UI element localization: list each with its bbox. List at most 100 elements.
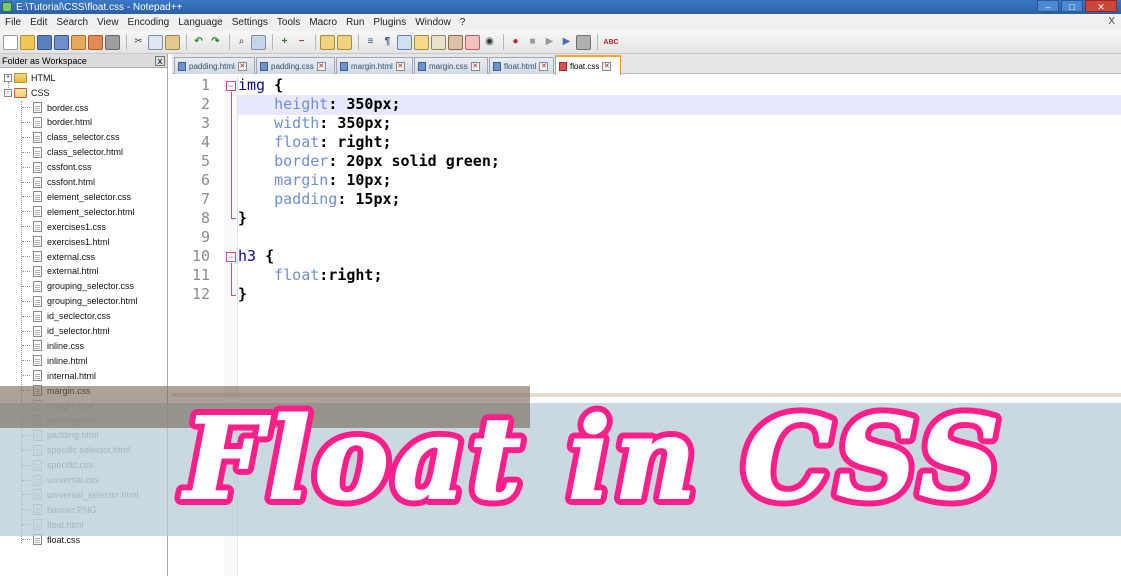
indent-guide-icon[interactable] <box>397 34 412 50</box>
code-line[interactable]: float: right; <box>238 133 391 151</box>
sync-vertical-icon[interactable] <box>320 34 335 50</box>
tab-close-icon[interactable]: ✕ <box>395 61 405 71</box>
tab-close-icon[interactable]: ✕ <box>602 61 612 71</box>
menu-settings[interactable]: Settings <box>229 17 271 28</box>
menu-edit[interactable]: Edit <box>27 17 50 28</box>
tree-file-item[interactable]: element_selector.css <box>33 189 131 204</box>
find-icon[interactable]: ⌕ <box>234 35 249 50</box>
tree-file-item[interactable]: exercises1.css <box>33 219 106 234</box>
maximize-button[interactable]: □ <box>1061 0 1083 12</box>
save-all-icon[interactable] <box>54 34 69 50</box>
sync-horizontal-icon[interactable] <box>337 34 352 50</box>
tab-close-icon[interactable]: ✕ <box>539 61 549 71</box>
print-icon[interactable] <box>105 34 120 50</box>
code-line[interactable]: float:right; <box>238 266 382 284</box>
tree-file-item[interactable]: exercises1.html <box>33 234 110 249</box>
window-controls: – □ ✕ <box>1037 0 1117 12</box>
tab-float-css[interactable]: float.css ✕ <box>555 55 621 75</box>
tree-file-item[interactable]: grouping_selector.html <box>33 294 138 309</box>
menu-language[interactable]: Language <box>175 17 226 28</box>
code-line[interactable]: img { <box>238 76 283 94</box>
tab-margin-html[interactable]: margin.html ✕ <box>336 57 413 74</box>
panel-close-button[interactable]: x <box>155 55 165 66</box>
tree-file-item[interactable]: cssfont.html <box>33 175 95 190</box>
tab-padding-css[interactable]: padding.css ✕ <box>256 57 335 74</box>
copy-icon[interactable] <box>148 34 163 50</box>
code-line[interactable]: h3 { <box>238 247 274 265</box>
monitoring-icon[interactable]: ◉ <box>482 35 497 50</box>
tree-file-item[interactable]: external.html <box>33 264 99 279</box>
tree-file-item[interactable]: inline.html <box>33 353 88 368</box>
tree-file-item[interactable]: border.html <box>33 115 92 130</box>
tree-file-item[interactable]: id_seclector.css <box>33 309 111 324</box>
replace-icon[interactable] <box>251 34 266 50</box>
menu-run[interactable]: Run <box>343 17 367 28</box>
tree-file-item[interactable]: external.css <box>33 249 95 264</box>
tree-file-item[interactable]: border.css <box>33 100 89 115</box>
code-line[interactable]: margin: 10px; <box>238 171 391 189</box>
code-line[interactable]: } <box>238 209 247 227</box>
tree-file-item[interactable]: cssfont.css <box>33 160 92 175</box>
tab-close-icon[interactable]: ✕ <box>470 61 480 71</box>
tree-file-item[interactable]: class_selector.html <box>33 145 123 160</box>
close-file-icon[interactable] <box>71 34 86 50</box>
open-file-icon[interactable] <box>20 34 35 50</box>
menu-encoding[interactable]: Encoding <box>125 17 173 28</box>
tree-file-item[interactable]: class_selector.css <box>33 130 120 145</box>
fold-toggle-icon[interactable]: − <box>226 252 236 262</box>
undo-icon[interactable]: ↶ <box>191 35 206 50</box>
tree-file-item[interactable]: inline.css <box>33 338 84 353</box>
menu-file[interactable]: File <box>2 17 24 28</box>
tree-file-item[interactable]: grouping_selector.css <box>33 279 134 294</box>
macro-record-icon[interactable]: ● <box>508 35 523 50</box>
macro-stop-icon[interactable]: ■ <box>525 35 540 50</box>
tab-float-html[interactable]: float.html ✕ <box>489 57 554 74</box>
menu-view[interactable]: View <box>94 17 122 28</box>
tab-padding-html[interactable]: padding.html ✕ <box>174 57 255 74</box>
tree-file-item[interactable]: element_selector.html <box>33 204 135 219</box>
minimize-button[interactable]: – <box>1037 0 1059 12</box>
close-document-button[interactable]: X <box>1108 16 1115 27</box>
menu-help[interactable]: ? <box>457 17 469 28</box>
close-window-button[interactable]: ✕ <box>1085 0 1117 12</box>
macro-play-icon[interactable]: ▶ <box>542 35 557 50</box>
menu-plugins[interactable]: Plugins <box>370 17 409 28</box>
tab-close-icon[interactable]: ✕ <box>237 61 247 71</box>
cut-icon[interactable]: ✂ <box>131 35 146 50</box>
close-all-icon[interactable] <box>88 34 103 50</box>
collapse-icon[interactable]: - <box>4 88 12 97</box>
tree-folder-html[interactable]: + HTML <box>4 70 56 85</box>
word-wrap-icon[interactable]: ≡ <box>363 35 378 50</box>
code-line[interactable]: height: 350px; <box>238 95 400 113</box>
code-line[interactable]: width: 350px; <box>238 114 391 132</box>
function-list-icon[interactable] <box>448 34 463 50</box>
tab-margin-css[interactable]: margin.css ✕ <box>414 57 488 74</box>
menu-window[interactable]: Window <box>412 17 454 28</box>
menu-tools[interactable]: Tools <box>274 17 303 28</box>
show-all-characters-icon[interactable]: ¶ <box>380 35 395 50</box>
menu-search[interactable]: Search <box>53 17 91 28</box>
tree-file-item[interactable]: id_selector.html <box>33 324 110 339</box>
tab-close-icon[interactable]: ✕ <box>316 61 326 71</box>
tree-file-item[interactable]: internal.html <box>33 368 96 383</box>
fold-toggle-icon[interactable]: − <box>226 81 236 91</box>
tree-file-label: grouping_selector.html <box>47 296 138 307</box>
paste-icon[interactable] <box>165 34 180 50</box>
tree-folder-css[interactable]: - CSS <box>4 85 50 100</box>
code-line[interactable]: border: 20px solid green; <box>238 152 500 170</box>
code-line[interactable]: padding: 15px; <box>238 190 400 208</box>
redo-icon[interactable]: ↷ <box>208 35 223 50</box>
zoom-in-icon[interactable]: + <box>277 35 292 50</box>
spell-check-icon[interactable]: ABC <box>602 35 620 50</box>
user-language-icon[interactable] <box>414 34 429 50</box>
menu-macro[interactable]: Macro <box>306 17 340 28</box>
folder-workspace-icon[interactable] <box>465 34 480 50</box>
save-icon[interactable] <box>37 34 52 50</box>
code-line[interactable]: } <box>238 285 247 303</box>
zoom-out-icon[interactable]: − <box>294 35 309 50</box>
expand-icon[interactable]: + <box>4 73 12 82</box>
new-file-icon[interactable] <box>3 34 18 50</box>
macro-play-multiple-icon[interactable]: ▶ <box>559 35 574 50</box>
document-map-icon[interactable] <box>431 34 446 50</box>
macro-save-icon[interactable] <box>576 34 591 50</box>
